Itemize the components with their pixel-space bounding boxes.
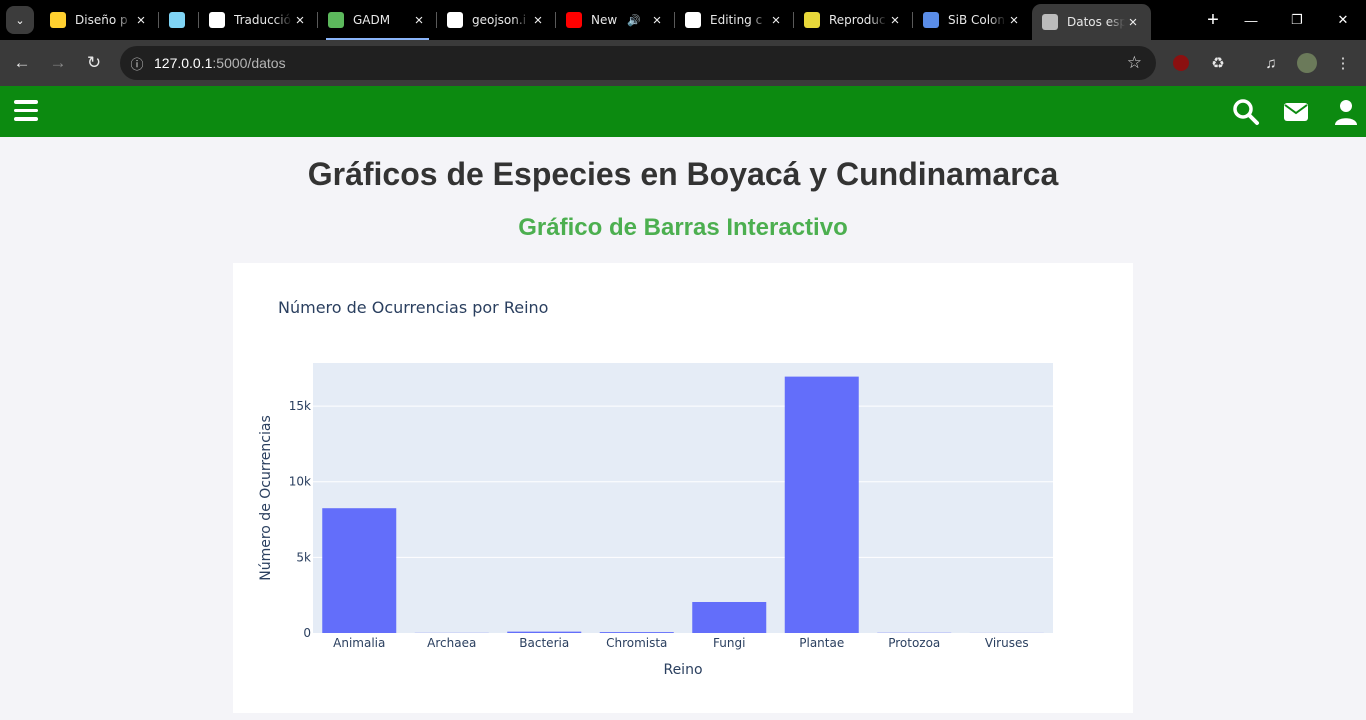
window-controls: — ❐ ✕ <box>1228 0 1366 40</box>
mail-icon[interactable] <box>1282 98 1310 126</box>
generic-icon <box>169 12 185 28</box>
tab-title: Datos esp <box>1067 15 1125 29</box>
geojson-icon <box>447 12 463 28</box>
tab-search-button[interactable]: ⌄ <box>6 6 34 34</box>
x-tick-label: Plantae <box>799 636 844 650</box>
x-tick-label: Archaea <box>427 636 476 650</box>
bar-bacteria[interactable] <box>507 631 582 633</box>
y-axis-label: Número de Ocurrencias <box>258 415 274 581</box>
browser-tab[interactable]: Editing c × <box>675 0 794 40</box>
bookmark-star-icon[interactable]: ☆ <box>1127 53 1142 73</box>
tab-title: GADM <box>353 13 391 27</box>
close-tab-icon[interactable]: × <box>768 12 784 29</box>
bar-chromista[interactable] <box>599 632 674 633</box>
bar-fungi[interactable] <box>692 601 767 633</box>
tab-title: Traducció <box>234 13 291 27</box>
media-controls-icon[interactable]: ♫ <box>1256 48 1286 78</box>
close-tab-icon[interactable]: × <box>1125 14 1141 31</box>
page-title: Gráficos de Especies en Boyacá y Cundina… <box>307 156 1059 192</box>
globe-icon <box>1042 14 1058 30</box>
browser-tab[interactable]: geojson.i × <box>437 0 556 40</box>
close-window-icon[interactable]: ✕ <box>1320 0 1366 40</box>
chevron-down-icon: ⌄ <box>15 14 25 27</box>
tab-title: New <box>591 13 618 27</box>
tab-title: Diseño p <box>75 13 128 27</box>
address-bar[interactable]: ⓘ 127.0.0.1:5000/datos ☆ <box>120 46 1156 80</box>
browser-tab[interactable]: Reproduc × <box>794 0 913 40</box>
browser-tab[interactable]: SiB Colon × <box>913 0 1032 40</box>
miro-icon <box>50 12 66 28</box>
reload-icon: ↻ <box>86 53 102 72</box>
github-icon <box>685 12 701 28</box>
openai-icon <box>209 12 225 28</box>
tab-title: Reproduc <box>829 13 886 27</box>
youtube-icon <box>566 12 582 28</box>
url-host: 127.0.0.1 <box>154 55 213 71</box>
x-axis-label: Reino <box>663 662 702 678</box>
plot-area <box>313 363 1053 633</box>
tab-list: Diseño p × Traducció × GADM × geojson.i × New 🔊 × E… <box>40 0 1198 40</box>
browser-tab[interactable]: Traducció × <box>199 0 318 40</box>
bar-plantae[interactable] <box>784 376 859 633</box>
browser-tab[interactable]: New 🔊 × <box>556 0 675 40</box>
search-icon[interactable] <box>1232 98 1260 126</box>
close-tab-icon[interactable]: × <box>411 12 427 29</box>
y-tick-label: 5k <box>296 550 311 564</box>
shield-icon <box>804 12 820 28</box>
speaker-icon[interactable]: 🔊 <box>627 14 641 27</box>
tab-title: Editing c <box>710 13 763 27</box>
close-tab-icon[interactable]: × <box>649 12 665 29</box>
browser-tab[interactable] <box>159 0 199 40</box>
minimize-icon[interactable]: — <box>1228 0 1274 40</box>
restore-icon[interactable]: ❐ <box>1274 0 1320 40</box>
close-tab-icon[interactable]: × <box>292 12 308 29</box>
browser-tab[interactable]: Datos esp × <box>1032 4 1151 40</box>
reload-button[interactable]: ↻ <box>76 45 112 81</box>
ublock-icon[interactable] <box>1166 48 1196 78</box>
x-tick-label: Viruses <box>985 636 1029 650</box>
profile-avatar[interactable] <box>1292 48 1322 78</box>
close-tab-icon[interactable]: × <box>1006 12 1022 29</box>
tab-strip: ⌄ Diseño p × Traducció × GADM × geojson.i × New 🔊… <box>0 0 1366 40</box>
arrow-right-icon: → <box>49 53 67 72</box>
y-tick-label: 0 <box>303 626 311 640</box>
back-button[interactable]: ← <box>4 45 40 81</box>
y-tick-label: 15k <box>289 399 311 413</box>
arrow-left-icon: ← <box>13 53 31 72</box>
bar-chart[interactable]: 0 5k 10k 15k Animalia Archaea Bacteria Chromist… <box>233 263 1133 713</box>
browser-tab[interactable]: GADM × <box>318 0 437 40</box>
sib-icon <box>923 12 939 28</box>
close-tab-icon[interactable]: × <box>530 12 546 29</box>
site-info-icon[interactable]: ⓘ <box>120 54 154 73</box>
x-tick-label: Animalia <box>333 636 385 650</box>
bar-animalia[interactable] <box>322 508 397 633</box>
bar-chart-card[interactable]: Número de Ocurrencias por Reino 0 5k 10k 15… <box>233 263 1133 713</box>
hamburger-menu-icon[interactable] <box>14 100 38 122</box>
close-tab-icon[interactable]: × <box>133 12 149 29</box>
browser-tab[interactable]: Diseño p × <box>40 0 159 40</box>
x-tick-label: Protozoa <box>888 636 940 650</box>
section-title: Gráfico de Barras Interactivo <box>518 214 848 241</box>
browser-toolbar: ← → ↻ ⓘ 127.0.0.1:5000/datos ☆ ♻ ♫ ⋮ <box>0 40 1366 86</box>
x-tick-label: Chromista <box>606 636 667 650</box>
extensions-icon[interactable]: ♻ <box>1203 48 1233 78</box>
tab-title: SiB Colon <box>948 13 1005 27</box>
gadm-icon <box>328 12 344 28</box>
x-tick-label: Bacteria <box>519 636 569 650</box>
forward-button[interactable]: → <box>40 45 76 81</box>
app-header <box>0 86 1366 137</box>
new-tab-button[interactable]: + <box>1198 0 1228 40</box>
tab-title: geojson.i <box>472 13 527 27</box>
user-icon[interactable] <box>1332 98 1360 126</box>
y-tick-label: 10k <box>289 475 311 489</box>
close-tab-icon[interactable]: × <box>887 12 903 29</box>
browser-menu-icon[interactable]: ⋮ <box>1328 48 1358 78</box>
url-path: :5000/datos <box>212 55 286 71</box>
x-tick-label: Fungi <box>713 636 745 650</box>
